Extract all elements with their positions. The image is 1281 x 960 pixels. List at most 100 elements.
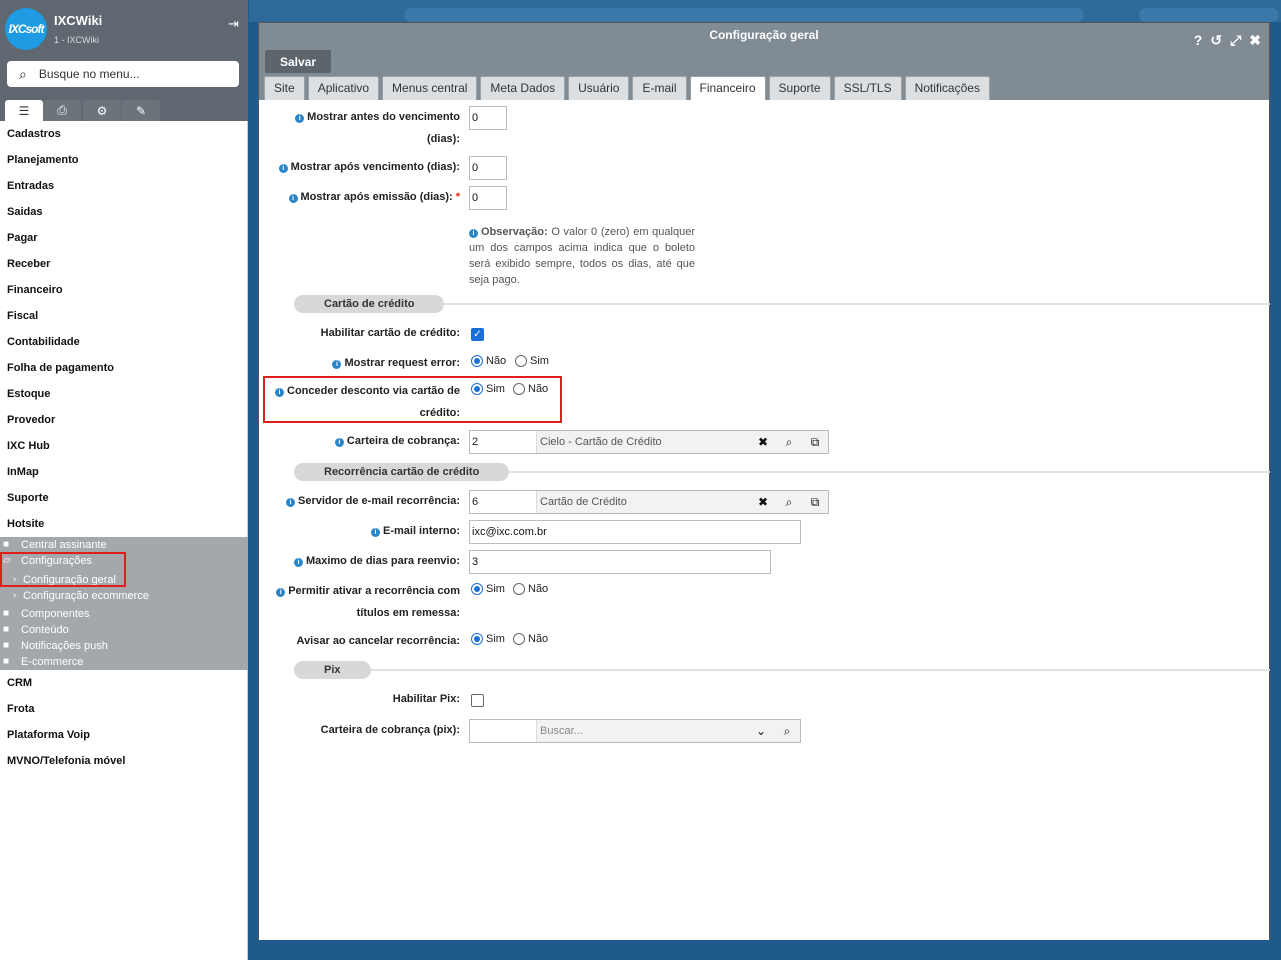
window-title: Configuração geral xyxy=(709,28,819,42)
field-label: (dias): xyxy=(427,133,460,145)
max-dias-input[interactable]: 3 xyxy=(469,550,771,574)
menu-item[interactable]: Cadastros xyxy=(0,121,248,147)
request-error-nao-radio[interactable]: Não xyxy=(471,355,506,367)
avisar-sim-radio[interactable]: Sim xyxy=(471,633,505,645)
highlight-box xyxy=(263,376,562,423)
app-logo[interactable]: IXCsoft xyxy=(5,8,47,50)
carteira-pix-lookup[interactable]: Buscar... ⌄ ⌕ xyxy=(469,719,801,743)
field-label: i Mostrar antes do vencimento xyxy=(269,106,460,128)
chevron-right-icon: › xyxy=(13,590,17,601)
permitir-sim-radio[interactable]: Sim xyxy=(471,583,505,595)
info-icon: i xyxy=(285,498,295,507)
tab-site[interactable]: Site xyxy=(264,76,305,100)
habilitar-cartao-checkbox[interactable]: ✓ xyxy=(471,328,484,341)
menu-item[interactable]: Suporte xyxy=(0,485,248,511)
menu-item[interactable]: Planejamento xyxy=(0,147,248,173)
tab-financeiro[interactable]: Financeiro xyxy=(689,76,766,100)
info-icon: i xyxy=(293,558,303,567)
save-button[interactable]: Salvar xyxy=(265,50,332,73)
clear-icon[interactable]: ✖ xyxy=(750,431,776,453)
menu-item[interactable]: Saidas xyxy=(0,199,248,225)
menu-search-input[interactable]: ⌕ Busque no menu... xyxy=(7,61,239,87)
chevron-down-icon[interactable]: ⌄ xyxy=(748,720,774,742)
list-icon[interactable]: ☰ xyxy=(5,100,43,121)
background-search-bar xyxy=(404,8,1084,22)
tab-notificacoes[interactable]: Notificações xyxy=(904,76,990,100)
field-label: i Permitir ativar a recorrência com xyxy=(269,580,460,602)
tab-email[interactable]: E-mail xyxy=(632,76,687,100)
menu-item[interactable]: Contabilidade xyxy=(0,329,248,355)
email-interno-input[interactable]: ixc@ixc.com.br xyxy=(469,520,801,544)
permitir-nao-radio[interactable]: Não xyxy=(513,583,548,595)
antes-vencimento-input[interactable]: 0 xyxy=(469,106,507,130)
menu-item[interactable]: InMap xyxy=(0,459,248,485)
submenu-item[interactable]: ■ E-commerce xyxy=(0,654,248,670)
menu-item[interactable]: Provedor xyxy=(0,407,248,433)
logout-icon[interactable]: ⇥ xyxy=(228,16,239,32)
menu-item[interactable]: Pagar xyxy=(0,225,248,251)
carteira-pix-search-placeholder[interactable]: Buscar... xyxy=(537,720,748,742)
info-icon: i xyxy=(295,114,305,123)
submenu-item[interactable]: ■ Central assinante xyxy=(0,537,248,553)
submenu-item[interactable]: ■ Notificações push xyxy=(0,638,248,654)
tab-ssl-tls[interactable]: SSL/TLS xyxy=(833,76,902,100)
gears-icon[interactable]: ⚙ xyxy=(83,100,121,121)
folder-icon: ■ xyxy=(3,608,10,619)
highlight-box xyxy=(0,552,126,587)
tab-aplicativo[interactable]: Aplicativo xyxy=(307,76,380,100)
clear-icon[interactable]: ✖ xyxy=(750,491,776,513)
carteira-cobranca-lookup[interactable]: 2 Cielo - Cartão de Crédito ✖ ⌕ ⧉ xyxy=(469,430,829,454)
apos-vencimento-input[interactable]: 0 xyxy=(469,156,507,180)
info-icon: i xyxy=(334,438,344,447)
menu-item[interactable]: Estoque xyxy=(0,381,248,407)
habilitar-pix-checkbox[interactable] xyxy=(471,694,484,707)
tab-menus-central[interactable]: Menus central xyxy=(382,76,478,100)
folder-icon: ■ xyxy=(3,640,10,651)
menu-item-hotsite[interactable]: Hotsite xyxy=(0,511,248,537)
submenu-item[interactable]: › Configuração ecommerce xyxy=(0,588,248,604)
menu-item[interactable]: MVNO/Telefonia móvel xyxy=(0,748,248,774)
request-error-sim-radio[interactable]: Sim xyxy=(515,355,549,367)
submenu-item[interactable]: ■ Conteúdo xyxy=(0,622,248,638)
search-icon[interactable]: ⌕ xyxy=(776,431,802,453)
wrench-icon[interactable]: ✎ xyxy=(122,100,160,121)
menu-item[interactable]: Frota xyxy=(0,696,248,722)
print-icon[interactable]: ⎙ xyxy=(43,100,81,121)
app-title: IXCWiki xyxy=(54,13,103,28)
menu-item[interactable]: IXC Hub xyxy=(0,433,248,459)
section-recorrencia: Recorrência cartão de crédito xyxy=(294,463,1270,481)
menu-item[interactable]: Plataforma Voip xyxy=(0,722,248,748)
submenu-item[interactable]: ■ Componentes xyxy=(0,606,248,622)
open-external-icon[interactable]: ⧉ xyxy=(802,431,828,453)
field-label: i Mostrar após emissão (dias): * xyxy=(269,186,460,208)
tab-bar: Site Aplicativo Menus central Meta Dados… xyxy=(259,74,1269,100)
menu-item[interactable]: Receber xyxy=(0,251,248,277)
sidebar-menu: Cadastros Planejamento Entradas Saidas P… xyxy=(0,121,248,774)
open-external-icon[interactable]: ⧉ xyxy=(802,491,828,513)
menu-item[interactable]: Fiscal xyxy=(0,303,248,329)
menu-item[interactable]: Financeiro xyxy=(0,277,248,303)
field-label: i E-mail interno: xyxy=(269,520,460,542)
menu-item[interactable]: Entradas xyxy=(0,173,248,199)
avisar-nao-radio[interactable]: Não xyxy=(513,633,548,645)
servidor-code-input[interactable]: 6 xyxy=(470,491,537,513)
background-bar xyxy=(1139,8,1279,22)
carteira-pix-code-input[interactable] xyxy=(470,720,537,742)
section-pix: Pix xyxy=(294,661,1270,679)
info-icon: i xyxy=(276,588,286,597)
search-icon[interactable]: ⌕ xyxy=(776,491,802,513)
search-icon[interactable]: ⌕ xyxy=(774,720,800,742)
tab-usuario[interactable]: Usuário xyxy=(568,76,630,100)
field-label: i Maximo de dias para reenvio: xyxy=(269,550,460,572)
folder-icon: ■ xyxy=(3,624,10,635)
apos-emissao-input[interactable]: 0 xyxy=(469,186,507,210)
app-subtitle: 1 - IXCWiki xyxy=(54,35,99,45)
carteira-code-input[interactable]: 2 xyxy=(470,431,537,453)
menu-item[interactable]: CRM xyxy=(0,670,248,696)
servidor-email-lookup[interactable]: 6 Cartão de Crédito ✖ ⌕ ⧉ xyxy=(469,490,829,514)
menu-item[interactable]: Folha de pagamento xyxy=(0,355,248,381)
tab-meta-dados[interactable]: Meta Dados xyxy=(480,76,566,100)
form-content: i Mostrar antes do vencimento (dias): 0 i… xyxy=(259,100,1270,940)
window-title-bar: Configuração geral ? ↺ ⤢ ✖ xyxy=(259,23,1269,49)
tab-suporte[interactable]: Suporte xyxy=(768,76,831,100)
